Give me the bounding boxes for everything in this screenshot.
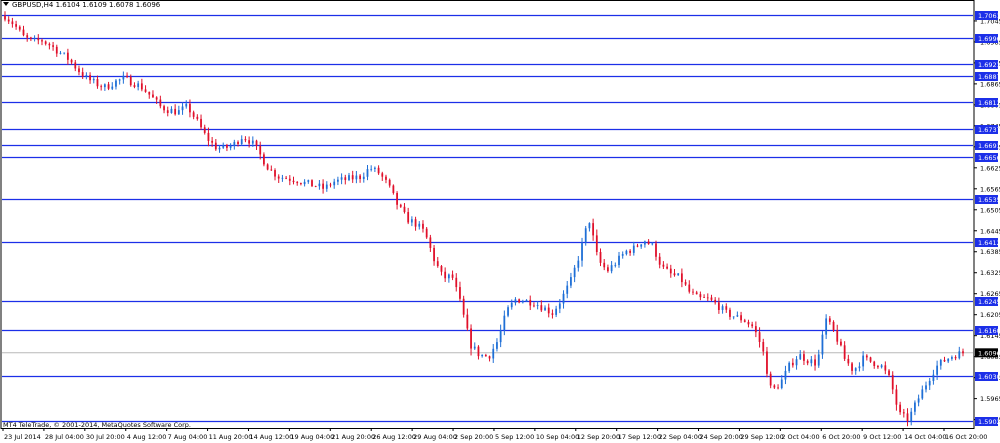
copyright-text: MT4 TeleTrade, © 2001-2014, MetaQuotes S… — [3, 421, 191, 429]
svg-text:1.6096: 1.6096 — [978, 349, 1000, 357]
time-tick-label: 21 Aug 20:00 — [331, 433, 375, 441]
time-tick-label: 29 Aug 04:00 — [413, 433, 457, 441]
level-label: 1.6412 — [975, 238, 1000, 247]
level-label: 1.6160 — [975, 326, 1000, 335]
svg-text:1.5902: 1.5902 — [978, 418, 1000, 426]
time-tick-label: 24 Sep 20:00 — [700, 433, 743, 441]
level-label: 1.6535 — [975, 195, 1000, 204]
price-tick-label: 1.6625 — [980, 164, 1000, 172]
level-label: 1.7061 — [975, 11, 1000, 20]
price-tick-label: 1.6445 — [980, 227, 1000, 235]
price-tick-label: 1.6505 — [980, 206, 1000, 214]
time-tick-label: 4 Aug 12:00 — [127, 433, 167, 441]
time-tick-label: 12 Sep 20:00 — [577, 433, 620, 441]
svg-text:1.6691: 1.6691 — [978, 142, 1000, 150]
price-tick-label: 1.6205 — [980, 311, 1000, 319]
level-label: 1.6887 — [975, 72, 1000, 81]
level-label: 1.6737 — [975, 125, 1000, 134]
time-tick-label: 30 Jul 20:00 — [86, 433, 125, 441]
svg-text:1.6245: 1.6245 — [978, 298, 1000, 306]
time-tick-label: 23 Jul 2014 — [4, 433, 41, 441]
price-chart[interactable]: 1.70451.69851.69251.68651.68051.67451.66… — [0, 0, 1000, 443]
price-tick-label: 1.6325 — [980, 269, 1000, 277]
svg-text:1.6412: 1.6412 — [978, 239, 1000, 247]
time-tick-label: 28 Jul 04:00 — [45, 433, 84, 441]
level-label: 1.6996 — [975, 34, 1000, 43]
svg-text:1.6160: 1.6160 — [978, 327, 1000, 335]
time-tick-label: 26 Aug 12:00 — [372, 433, 416, 441]
svg-text:1.6812: 1.6812 — [978, 99, 1000, 107]
time-tick-label: 2 Sep 20:00 — [454, 433, 493, 441]
level-label: 1.5902 — [975, 417, 1000, 426]
level-label: 1.6812 — [975, 98, 1000, 107]
time-tick-label: 9 Oct 12:00 — [863, 433, 901, 441]
time-tick-label: 14 Oct 04:00 — [904, 433, 946, 441]
time-axis: 23 Jul 2014 28 Jul 04:00 30 Jul 20:00 4 Aug… — [2, 428, 987, 441]
svg-text:1.6887: 1.6887 — [978, 73, 1000, 81]
price-tick-label: 1.6385 — [980, 248, 1000, 256]
time-tick-label: 11 Aug 20:00 — [209, 433, 253, 441]
svg-text:1.6737: 1.6737 — [978, 126, 1000, 134]
candle-bear — [311, 179, 313, 188]
svg-text:1.6996: 1.6996 — [978, 35, 1000, 43]
level-label: 1.6691 — [975, 141, 1000, 150]
time-tick-label: 29 Sep 12:00 — [740, 433, 783, 441]
svg-text:1.6656: 1.6656 — [978, 154, 1000, 162]
level-label: 1.6656 — [975, 153, 1000, 162]
time-tick-label: 16 Oct 20:00 — [945, 433, 987, 441]
time-tick-label: 17 Sep 12:00 — [618, 433, 661, 441]
time-tick-label: 7 Aug 04:00 — [168, 433, 208, 441]
svg-text:1.7061: 1.7061 — [978, 12, 1000, 20]
candle-bear — [425, 226, 428, 239]
level-label: 1.6245 — [975, 297, 1000, 306]
dropdown-triangle-icon[interactable] — [3, 2, 9, 6]
time-tick-label: 6 Oct 20:00 — [822, 433, 860, 441]
time-tick-label: 10 Sep 04:00 — [536, 433, 579, 441]
symbol-header[interactable]: GBPUSD,H4 1.6104 1.6109 1.6078 1.6096 — [3, 1, 160, 9]
symbol-quote: GBPUSD,H4 1.6104 1.6109 1.6078 1.6096 — [12, 1, 161, 9]
level-label: 1.6921 — [975, 60, 1000, 69]
time-tick-label: 14 Aug 12:00 — [249, 433, 293, 441]
price-tick-label: 1.6565 — [980, 185, 1000, 193]
level-label: 1.6030 — [975, 372, 1000, 381]
current-price-label: 1.6096 — [975, 348, 1000, 358]
time-tick-label: 5 Sep 12:00 — [495, 433, 534, 441]
time-tick-label: 2 Oct 04:00 — [781, 433, 819, 441]
svg-text:1.6921: 1.6921 — [978, 61, 1000, 69]
time-tick-label: 19 Aug 04:00 — [290, 433, 334, 441]
svg-text:1.6030: 1.6030 — [978, 373, 1000, 381]
price-tick-label: 1.6865 — [980, 80, 1000, 88]
time-tick-label: 22 Sep 04:00 — [659, 433, 702, 441]
price-axis: 1.70451.69851.69251.68651.68051.67451.66… — [974, 11, 1000, 426]
price-tick-label: 1.5965 — [980, 395, 1000, 403]
candle-bear — [263, 152, 265, 167]
svg-text:1.6535: 1.6535 — [978, 196, 1000, 204]
candle-bear — [462, 295, 465, 318]
